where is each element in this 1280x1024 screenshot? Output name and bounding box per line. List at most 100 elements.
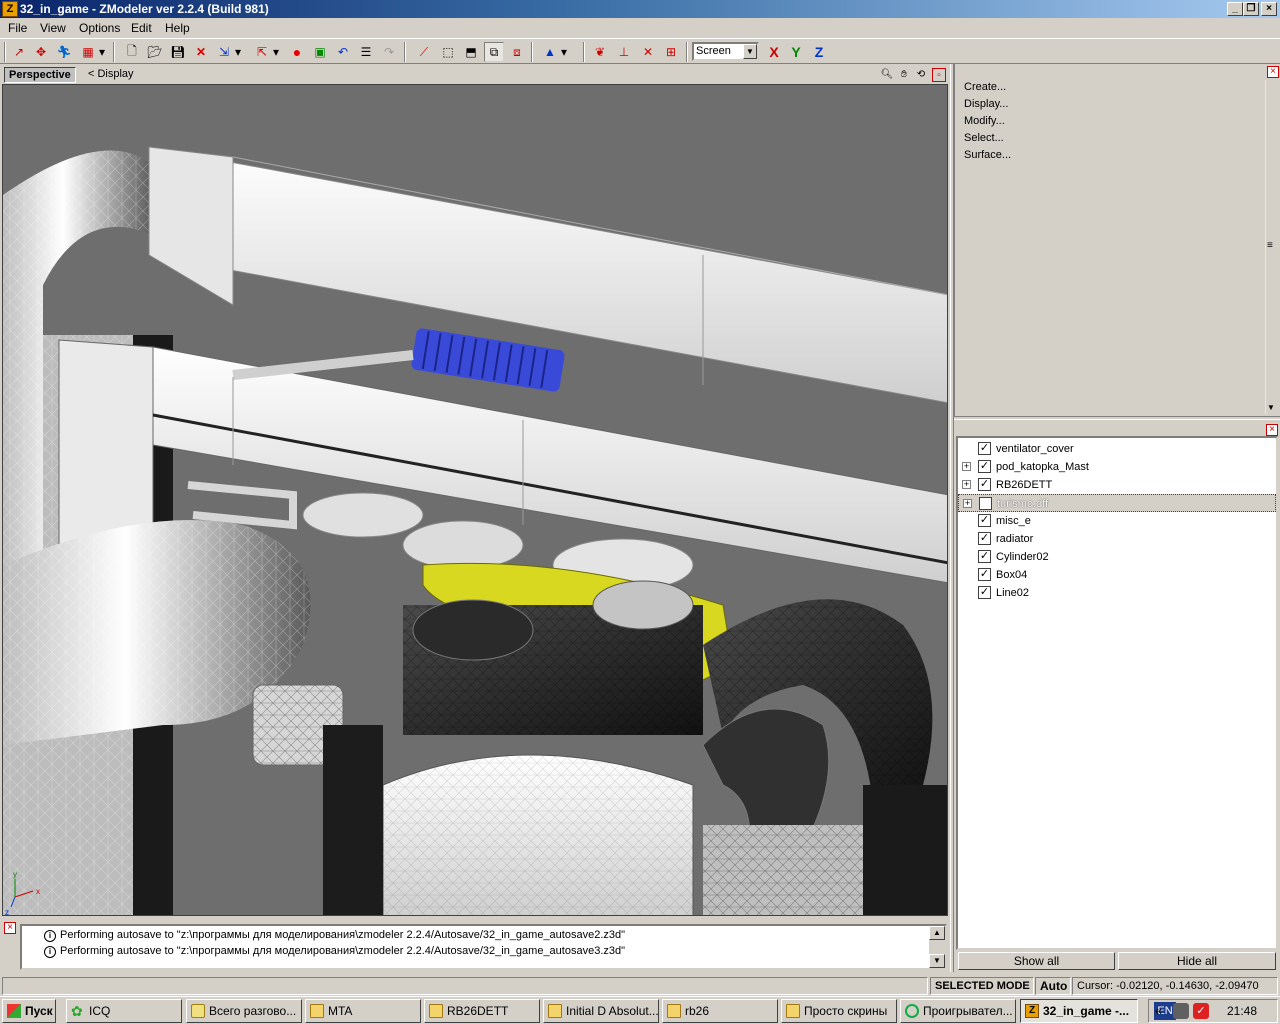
- move-tool-icon[interactable]: ✥: [31, 42, 51, 62]
- record-icon[interactable]: ●: [287, 42, 307, 62]
- menu-help[interactable]: Help: [165, 21, 190, 35]
- start-button[interactable]: Пуск: [2, 999, 56, 1023]
- log-output[interactable]: i Performing autosave to "z:\программы д…: [20, 924, 947, 970]
- vertex-mode-icon[interactable]: ⟋: [414, 42, 434, 62]
- visibility-checkbox[interactable]: ✓: [978, 460, 991, 473]
- visibility-checkbox[interactable]: ✓: [978, 532, 991, 545]
- magnet-icon[interactable]: ❦: [590, 42, 610, 62]
- axis-y-button[interactable]: Y: [786, 42, 806, 62]
- menu-create[interactable]: Create...: [964, 81, 1006, 93]
- task-player[interactable]: Проигрывател...: [900, 999, 1016, 1023]
- object-mode-icon[interactable]: ⬒: [461, 42, 481, 62]
- hide-all-button[interactable]: Hide all: [1118, 952, 1276, 970]
- grid-snap-icon[interactable]: ⊞: [661, 42, 681, 62]
- open-file-icon[interactable]: 📂︎: [145, 42, 165, 62]
- visibility-checkbox[interactable]: ✓: [978, 550, 991, 563]
- task-initial-d[interactable]: Initial D Absolut...: [543, 999, 659, 1023]
- command-panel-scrollbar[interactable]: ≡ ▼: [1265, 80, 1279, 414]
- delete-icon[interactable]: ✕: [191, 42, 211, 62]
- viewport-tab-perspective[interactable]: Perspective: [4, 67, 76, 83]
- expand-icon[interactable]: +: [962, 480, 971, 489]
- axis-z-button[interactable]: Z: [809, 42, 829, 62]
- object-row[interactable]: ✓ Box04: [958, 566, 1276, 584]
- panel-splitter[interactable]: [954, 416, 1280, 420]
- dropdown-arrow-icon[interactable]: ▾: [232, 42, 244, 62]
- visibility-checkbox[interactable]: ✓: [978, 586, 991, 599]
- maximize-button[interactable]: ❐: [1243, 2, 1259, 16]
- close-icon[interactable]: ×: [1267, 66, 1279, 78]
- close-icon[interactable]: ×: [4, 922, 16, 934]
- object-row[interactable]: + turismo.dff: [958, 494, 1276, 512]
- pan-icon[interactable]: ✋︎: [897, 68, 911, 82]
- visibility-checkbox[interactable]: ✓: [978, 568, 991, 581]
- expand-icon[interactable]: +: [963, 499, 972, 508]
- texture-icon[interactable]: ▣: [310, 42, 330, 62]
- object-row[interactable]: ✓ Line02: [958, 584, 1276, 602]
- menu-display[interactable]: Display...: [964, 98, 1008, 110]
- app-icon[interactable]: Z: [2, 1, 18, 17]
- show-all-button[interactable]: Show all: [958, 952, 1115, 970]
- menu-options[interactable]: Options: [79, 21, 120, 35]
- normal-tool-icon[interactable]: ▲: [540, 42, 560, 62]
- object-row[interactable]: + ✓ RB26DETT: [958, 476, 1276, 494]
- scroll-up-icon[interactable]: ▲: [929, 926, 945, 940]
- clock[interactable]: 21:48: [1227, 1004, 1257, 1018]
- task-zmodeler[interactable]: Z 32_in_game -...: [1020, 999, 1138, 1023]
- close-button[interactable]: ×: [1261, 2, 1277, 16]
- scroll-down-icon[interactable]: ▼: [1267, 403, 1275, 412]
- object-row[interactable]: ✓ misc_e: [958, 512, 1276, 530]
- new-file-icon[interactable]: 🗋: [122, 42, 142, 62]
- zoom-icon[interactable]: 🔍︎: [880, 68, 894, 82]
- menu-view[interactable]: View: [40, 21, 66, 35]
- close-icon[interactable]: ×: [1266, 424, 1278, 436]
- object-row[interactable]: ✓ Cylinder02: [958, 548, 1276, 566]
- menu-surface[interactable]: Surface...: [964, 149, 1011, 161]
- 3d-viewport[interactable]: x y z: [2, 84, 948, 916]
- object-list[interactable]: ✓ ventilator_cover + ✓ pod_katopka_Mast + ✓ RB2…: [956, 436, 1278, 950]
- antivirus-icon[interactable]: ✓: [1193, 1003, 1209, 1019]
- status-auto[interactable]: Auto: [1035, 977, 1071, 995]
- object-row[interactable]: ✓ radiator: [958, 530, 1276, 548]
- visibility-checkbox[interactable]: ✓: [978, 442, 991, 455]
- tray-app-icon[interactable]: [1173, 1003, 1189, 1019]
- menu-file[interactable]: File: [8, 21, 27, 35]
- maximize-viewport-icon[interactable]: ▫: [932, 68, 946, 82]
- axis-tool-icon[interactable]: ⊥: [614, 42, 634, 62]
- scroll-grip-icon[interactable]: ≡: [1267, 240, 1273, 251]
- export-icon[interactable]: ⇱: [252, 42, 272, 62]
- redo-icon[interactable]: ↷: [379, 42, 399, 62]
- face-mode-icon[interactable]: ⧉: [484, 42, 504, 62]
- menu-modify[interactable]: Modify...: [964, 115, 1005, 127]
- visibility-checkbox[interactable]: [979, 497, 992, 510]
- select-tool-icon[interactable]: ↗: [9, 42, 29, 62]
- task-screenshots[interactable]: Просто скрины: [781, 999, 897, 1023]
- import-icon[interactable]: ⇲: [214, 42, 234, 62]
- minimize-button[interactable]: _: [1227, 2, 1243, 16]
- menu-select[interactable]: Select...: [964, 132, 1004, 144]
- task-chat[interactable]: Всего разгово...: [186, 999, 302, 1023]
- visibility-checkbox[interactable]: ✓: [978, 514, 991, 527]
- task-icq[interactable]: ✿ ICQ: [66, 999, 182, 1023]
- dropdown-arrow-icon[interactable]: ▾: [96, 42, 108, 62]
- chevron-left-icon[interactable]: «: [1155, 1003, 1162, 1018]
- task-mta[interactable]: MTA: [305, 999, 421, 1023]
- task-rb26[interactable]: rb26: [662, 999, 778, 1023]
- cube-mode-icon[interactable]: ⧈: [507, 42, 527, 62]
- view-select[interactable]: Screen ▼: [692, 42, 759, 61]
- box-mode-icon[interactable]: ⬚: [438, 42, 458, 62]
- expand-icon[interactable]: +: [962, 462, 971, 471]
- figure-tool-icon[interactable]: 🏃︎: [54, 42, 74, 62]
- rotate-icon[interactable]: ⟲: [914, 68, 928, 82]
- chevron-down-icon[interactable]: ▼: [743, 44, 757, 59]
- menu-edit[interactable]: Edit: [131, 21, 152, 35]
- object-row[interactable]: ✓ ventilator_cover: [958, 440, 1276, 458]
- render-tool-icon[interactable]: ▦: [78, 42, 98, 62]
- task-rb26dett[interactable]: RB26DETT: [424, 999, 540, 1023]
- undo-icon[interactable]: ↶: [333, 42, 353, 62]
- dropdown-arrow-icon[interactable]: ▾: [270, 42, 282, 62]
- save-file-icon[interactable]: 💾︎: [168, 42, 188, 62]
- axis-x-button[interactable]: X: [764, 42, 784, 62]
- log-scrollbar[interactable]: ▲ ▼: [929, 926, 945, 968]
- toolbar-grip[interactable]: [4, 42, 6, 62]
- visibility-checkbox[interactable]: ✓: [978, 478, 991, 491]
